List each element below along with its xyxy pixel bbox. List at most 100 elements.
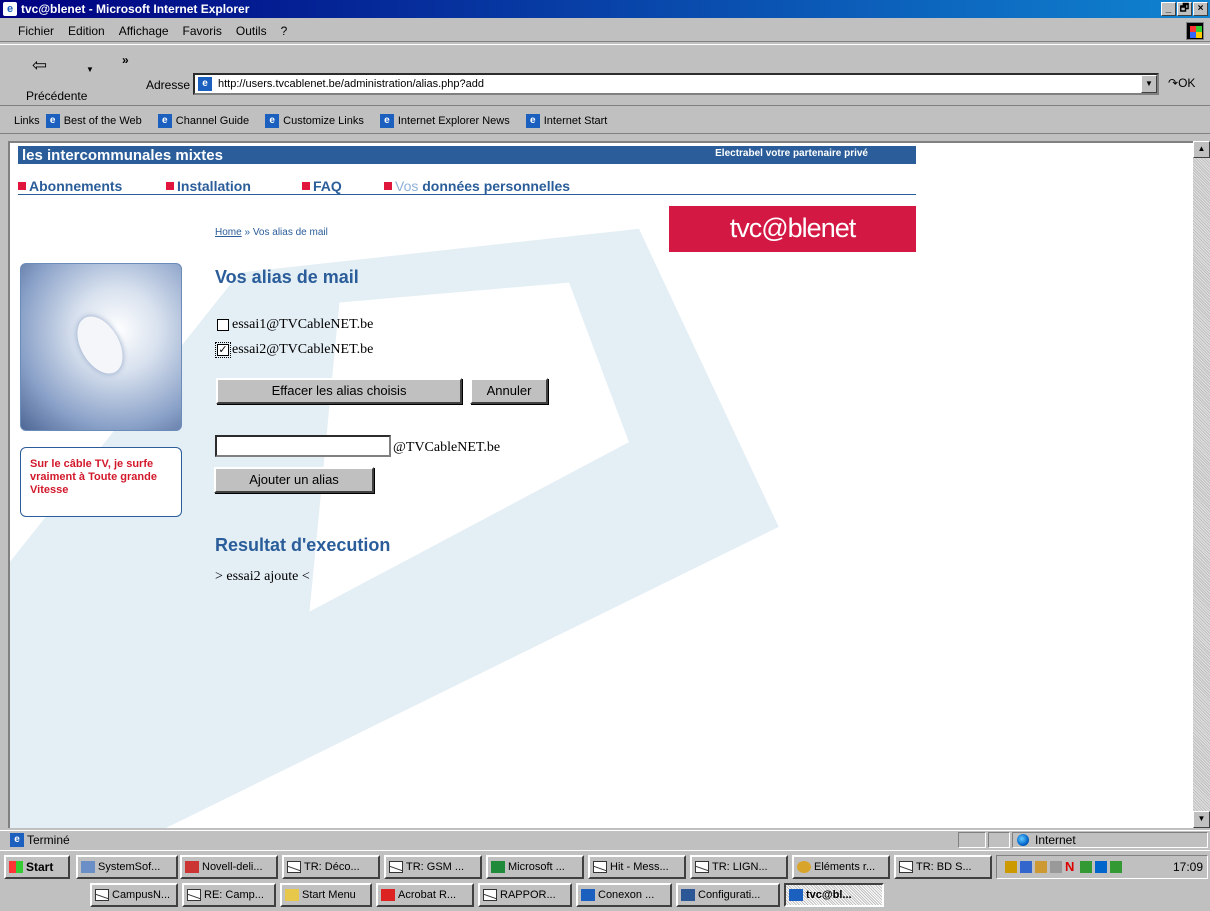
taskbar-item-start-menu[interactable]: Start Menu [280,883,372,907]
add-alias-button[interactable]: Ajouter un alias [214,467,374,493]
back-button[interactable]: ⇦ ▼ » Précédente [14,51,129,103]
taskbar-label: Acrobat R... [398,889,457,901]
tray-app-icon[interactable] [1050,861,1062,873]
taskbar-item-elements[interactable]: Eléments r... [792,855,890,879]
nav-abonnements[interactable]: Abonnements [18,177,166,194]
status-zone: Internet [1012,832,1208,848]
nav-label: FAQ [313,177,342,194]
menu-edition[interactable]: Edition [68,24,105,38]
taskbar-label: TR: GSM ... [406,861,465,873]
address-dropdown-button[interactable]: ▼ [1141,75,1157,93]
links-label[interactable]: Links [14,115,40,127]
nav-installation[interactable]: Installation [166,177,302,194]
taskbar-item-re-camp[interactable]: RE: Camp... [182,883,276,907]
windows-flag-icon [9,861,23,873]
cancel-button[interactable]: Annuler [470,378,548,404]
link-best-of-web[interactable]: e Best of the Web [45,113,142,128]
link-icon: e [265,113,280,128]
taskbar-item-conexon[interactable]: Conexon ... [576,883,672,907]
alias-checkbox-2[interactable]: ✓ [215,342,231,358]
bullet-icon [384,181,392,190]
back-dropdown-icon[interactable]: ▼ [86,65,94,74]
system-tray: N 17:09 [996,855,1208,879]
restore-button[interactable]: 🗗 [1177,2,1192,16]
tvcablenet-logo: tvc@blenet [669,206,916,252]
mouse-icon [68,308,132,382]
scroll-up-button[interactable]: ▲ [1193,141,1210,158]
promo-text-box: Sur le câble TV, je surfe vraiment à Tou… [20,447,182,517]
vertical-scrollbar[interactable]: ▲ ▼ [1193,141,1210,828]
breadcrumb-separator: » [244,227,251,238]
window-title-bar: e tvc@blenet - Microsoft Internet Explor… [0,0,1210,18]
link-icon: e [157,113,172,128]
tray-app-icon[interactable] [1110,861,1122,873]
toolbar-chevron-icon[interactable]: » [122,53,129,67]
links-bar: Links e Best of the Web e Channel Guide eC… [0,108,1210,134]
link-ie-news[interactable]: e Internet Explorer News [379,113,510,128]
menu-help[interactable]: ? [281,24,288,38]
menu-outils[interactable]: Outils [236,24,267,38]
page-viewport: les intercommunales mixtes Electrabel vo… [8,141,1193,828]
go-button[interactable]: ↷OK [1168,76,1195,90]
taskbar-item-rappor[interactable]: RAPPOR... [478,883,572,907]
menu-fichier[interactable]: Fichier [18,24,54,38]
scroll-down-button[interactable]: ▼ [1193,811,1210,828]
alias-address-1: essai1@TVCableNET.be [232,317,374,332]
taskbar-item-tvcablenet[interactable]: tvc@bl... [784,883,884,907]
close-button[interactable]: × [1193,2,1208,16]
tray-app-icon[interactable] [1080,861,1092,873]
nav-faq[interactable]: FAQ [302,177,384,194]
taskbar-item-tr-gsm[interactable]: TR: GSM ... [384,855,482,879]
taskbar-item-microsoft[interactable]: Microsoft ... [486,855,584,879]
link-label: Channel Guide [175,114,250,127]
speaker-icon[interactable] [1005,861,1017,873]
link-customize-links[interactable]: e Customize Links [265,113,364,128]
nav-label: données personnelles [422,177,571,194]
section-title: Vos alias de mail [215,267,359,287]
alias-row-1: essai1@TVCableNET.be [217,317,373,333]
status-bar: e Terminé Internet [0,830,1210,848]
network-icon[interactable] [1020,861,1032,873]
taskbar-item-tr-deco[interactable]: TR: Déco... [282,855,380,879]
delete-aliases-button[interactable]: Effacer les alias choisis [216,378,462,404]
monitor-icon[interactable] [1095,861,1107,873]
taskbar-item-systemsoft[interactable]: SystemSof... [76,855,178,879]
site-banner: les intercommunales mixtes Electrabel vo… [18,146,916,164]
link-internet-start[interactable]: e Internet Start [525,113,607,128]
taskbar-label: tvc@bl... [806,889,852,901]
link-icon: e [45,113,60,128]
taskbar-item-tr-bd[interactable]: TR: BD S... [894,855,992,879]
menu-affichage[interactable]: Affichage [119,24,169,38]
address-input[interactable]: e http://users.tvcablenet.be/administrat… [193,73,1159,95]
app-icon [185,861,199,873]
taskbar-label: Hit - Mess... [610,861,669,873]
link-label: Customize Links [283,114,364,127]
page-done-icon: e [10,832,24,847]
start-button[interactable]: Start [4,855,70,879]
taskbar-item-acrobat[interactable]: Acrobat R... [376,883,474,907]
taskbar: Start SystemSof... Novell-deli... TR: Dé… [0,850,1210,911]
menu-favoris[interactable]: Favoris [183,24,222,38]
taskbar-item-hit-mess[interactable]: Hit - Mess... [588,855,686,879]
clock[interactable]: 17:09 [1173,860,1203,874]
new-alias-input[interactable] [215,435,391,457]
link-label: Internet Explorer News [397,114,510,127]
excel-icon [491,861,505,873]
minimize-button[interactable]: _ [1161,2,1176,16]
taskbar-label: TR: BD S... [916,861,972,873]
bullet-icon [18,181,26,190]
taskbar-label: Configurati... [698,889,761,901]
taskbar-item-tr-lign[interactable]: TR: LIGN... [690,855,788,879]
taskbar-item-campusn[interactable]: CampusN... [90,883,178,907]
breadcrumb-home-link[interactable]: Home [215,227,242,238]
alias-row-2: ✓ essai2@TVCableNET.be [215,342,373,358]
novell-n-icon[interactable]: N [1065,860,1077,873]
nav-label-vos: Vos [395,177,419,194]
taskbar-item-configurati[interactable]: Configurati... [676,883,780,907]
link-channel-guide[interactable]: e Channel Guide [157,113,250,128]
mail-icon [287,861,301,873]
taskbar-item-novell[interactable]: Novell-deli... [180,855,278,879]
nav-donnees-personnelles[interactable]: Vos données personnelles [384,177,570,194]
alias-checkbox-1[interactable] [217,319,229,331]
tray-app-icon[interactable] [1035,861,1047,873]
